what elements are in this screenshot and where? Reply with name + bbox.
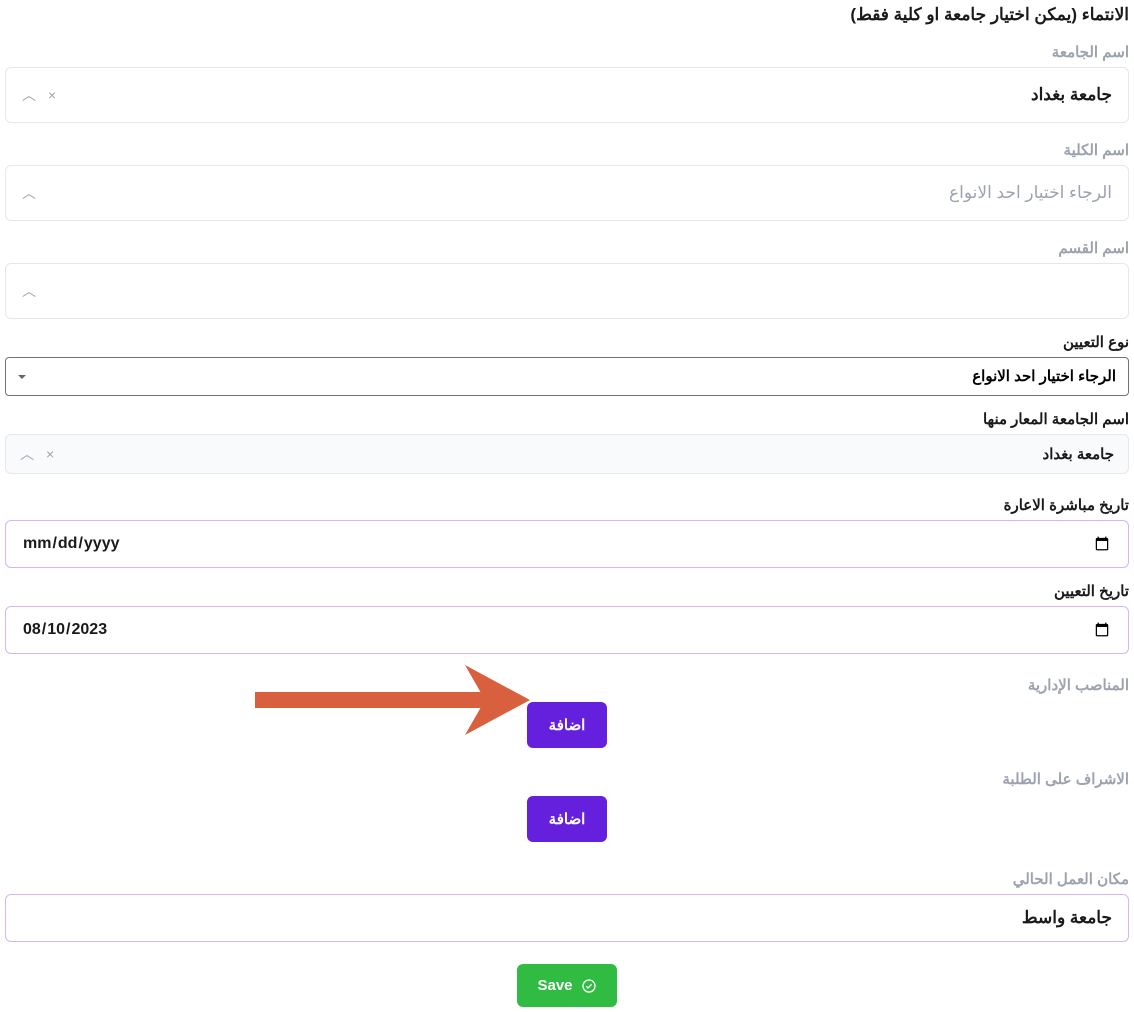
appointment-type-select[interactable]: الرجاء اختيار احد الانواع <box>5 357 1129 396</box>
save-button[interactable]: Save <box>517 964 616 1007</box>
department-label: اسم القسم <box>5 239 1129 257</box>
appointment-date-label: تاريخ التعيين <box>5 582 1129 600</box>
save-button-label: Save <box>537 977 572 994</box>
check-circle-icon <box>581 978 597 994</box>
appointment-type-label: نوع التعيين <box>5 333 1129 351</box>
admin-positions-label: المناصب الإدارية <box>5 676 1129 694</box>
clear-icon[interactable]: × <box>48 88 56 102</box>
chevron-down-icon: ︿ <box>22 88 36 102</box>
current-workplace-input[interactable] <box>5 894 1129 942</box>
chevron-down-icon: ︿ <box>22 186 36 200</box>
university-select[interactable]: جامعة بغداد ︿ × <box>5 67 1129 123</box>
secondment-date-input[interactable] <box>5 520 1129 568</box>
section-title: الانتماء (يمكن اختيار جامعة او كلية فقط) <box>5 5 1129 25</box>
university-value: جامعة بغداد <box>1031 85 1112 105</box>
department-select[interactable]: ︿ <box>5 263 1129 319</box>
seconded-university-label: اسم الجامعة المعار منها <box>5 410 1129 428</box>
add-supervision-button[interactable]: اضافة <box>527 796 608 842</box>
clear-icon[interactable]: × <box>46 447 54 461</box>
college-label: اسم الكلية <box>5 141 1129 159</box>
chevron-down-icon: ︿ <box>20 447 34 461</box>
college-placeholder: الرجاء اختيار احد الانواع <box>949 183 1112 203</box>
add-admin-position-button[interactable]: اضافة <box>527 702 608 748</box>
secondment-date-label: تاريخ مباشرة الاعارة <box>5 496 1129 514</box>
chevron-down-icon: ︿ <box>22 284 36 298</box>
university-label: اسم الجامعة <box>5 43 1129 61</box>
seconded-university-value: جامعة بغداد <box>1043 445 1114 463</box>
supervision-label: الاشراف على الطلبة <box>5 770 1129 788</box>
appointment-date-input[interactable] <box>5 606 1129 654</box>
college-select[interactable]: الرجاء اختيار احد الانواع ︿ <box>5 165 1129 221</box>
current-workplace-label: مكان العمل الحالي <box>5 870 1129 888</box>
seconded-university-select[interactable]: جامعة بغداد ︿ × <box>5 434 1129 474</box>
